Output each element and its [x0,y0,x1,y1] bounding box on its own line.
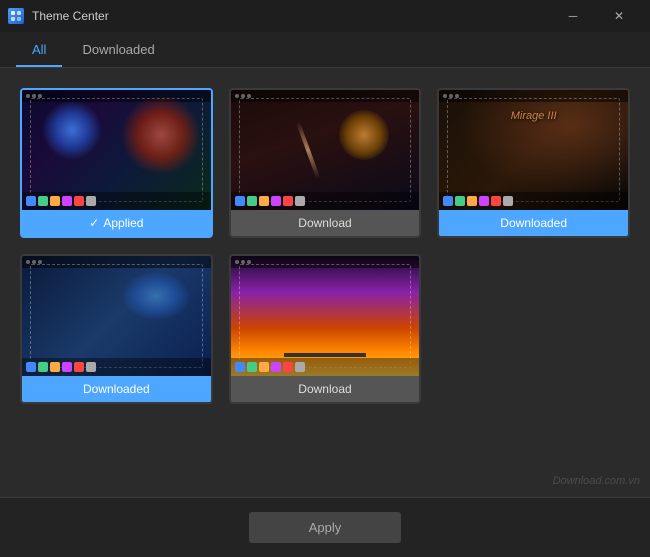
theme-status-3[interactable]: Downloaded [439,210,628,236]
theme-preview-1 [22,90,211,210]
titlebar-controls: ─ ✕ [550,0,642,32]
preview-border-5 [239,264,412,368]
titlebar: Theme Center ─ ✕ [0,0,650,32]
theme-status-2[interactable]: Download [231,210,420,236]
close-button[interactable]: ✕ [596,0,642,32]
bottombar: Apply [0,497,650,557]
apply-button[interactable]: Apply [249,512,402,543]
preview-border-4 [30,264,203,368]
minimize-button[interactable]: ─ [550,0,596,32]
fake-taskbar-4 [22,358,211,376]
theme-grid-row1: ✓ Applied Download [0,68,650,238]
fake-chrome-2 [231,90,420,102]
fake-taskbar-1 [22,192,211,210]
fake-chrome-1 [22,90,211,102]
fake-chrome-4 [22,256,211,268]
theme-card-5[interactable]: Download [229,254,422,404]
theme-preview-2 [231,90,420,210]
fake-taskbar-2 [231,192,420,210]
theme-status-5[interactable]: Download [231,376,420,402]
titlebar-left: Theme Center [8,8,109,24]
tabbar: All Downloaded [0,32,650,68]
preview-border-2 [239,98,412,202]
preview-border-1 [30,98,203,202]
theme-card-4[interactable]: Downloaded [20,254,213,404]
fake-taskbar-3 [439,192,628,210]
theme-preview-5 [231,256,420,376]
fake-taskbar-5 [231,358,420,376]
theme-preview-4 [22,256,211,376]
theme3-text: Mirage III [511,110,557,122]
theme-card-2[interactable]: Download [229,88,422,238]
theme-status-4[interactable]: Downloaded [22,376,211,402]
fake-chrome-5 [231,256,420,268]
theme-card-3[interactable]: Mirage III Downloaded [437,88,630,238]
theme-grid-row2: Downloaded Download [0,254,650,404]
fake-chrome-3 [439,90,628,102]
app-title: Theme Center [32,9,109,23]
tab-downloaded[interactable]: Downloaded [66,34,170,67]
tab-all[interactable]: All [16,34,62,67]
watermark: Download.com.vn [553,475,640,487]
theme-status-1[interactable]: ✓ Applied [22,210,211,236]
theme-preview-3: Mirage III [439,90,628,210]
theme-card-1[interactable]: ✓ Applied [20,88,213,238]
app-icon [8,8,24,24]
